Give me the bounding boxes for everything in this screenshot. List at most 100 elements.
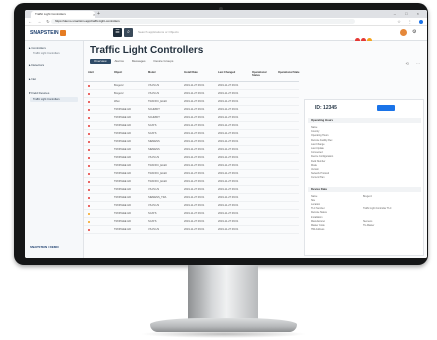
table-row[interactable]: TROPHEE HD SCATS 2019-11-27 09:01 2019-11-2…	[84, 210, 299, 218]
sidebar-item-net[interactable]: ▸ Net	[29, 77, 36, 81]
table-body: Bregenz VS-PLUS 2019-11-27 09:01 2019-11-27…	[84, 82, 299, 234]
table-cell-model: VS-PLUS	[148, 84, 160, 87]
table-row[interactable]: TROPHEE HD SIEMENS_TRA 2019-11-27 09:01 201…	[84, 194, 299, 202]
menu-icon[interactable]: ☰	[113, 28, 122, 37]
tab-overview[interactable]: Overview	[90, 59, 111, 64]
table-cell-changed: 2019-11-27 09:01	[218, 116, 239, 119]
browser-tab[interactable]: Traffic Light Controllers ×	[31, 11, 95, 18]
panel-field-label: Last Change	[311, 142, 325, 146]
table-row[interactable]: TROPHEE HD VS-PLUS 2019-11-27 09:01 2019-11…	[84, 202, 299, 210]
new-tab-icon[interactable]: +	[97, 10, 100, 18]
panel-field-label: Last Update	[311, 147, 324, 150]
table-row[interactable]: TROPHEE HD SCATS 2019-11-27 09:01 2019-11-2…	[84, 218, 299, 226]
sidebar-subitem-active[interactable]: Traffic Light Controllers	[33, 98, 60, 101]
panel-field-label: Manufacturer	[311, 219, 326, 223]
sidebar-item-field-devices[interactable]: ▾ Field Devices	[29, 91, 49, 95]
table-cell-object: TROPHEE HD	[114, 132, 132, 135]
status-indicators[interactable]	[355, 30, 377, 43]
table-row[interactable]: TROPHEE HD VS-PLUS 2019-11-27 09:01 2019-11…	[84, 226, 299, 234]
window-controls[interactable]: ‒ □ ×	[394, 10, 423, 18]
navigation-icons[interactable]: ← → ↻	[28, 18, 52, 25]
close-icon[interactable]: ×	[93, 11, 95, 18]
alert-status-dot	[88, 156, 90, 159]
profile-icon[interactable]	[419, 19, 423, 24]
table-cell-changed: 2019-11-27 09:01	[218, 204, 239, 207]
tab-messages[interactable]: Messages	[128, 59, 150, 64]
search-icon[interactable]: ⌕	[124, 28, 133, 37]
table-row[interactable]: TROPHEE HD SCHMIDT 2019-11-27 09:01 2019-11…	[84, 114, 299, 122]
table-row[interactable]: TROPHEE HD SIEMENS 2019-11-27 09:01 2019-11…	[84, 146, 299, 154]
table-cell-changed: 2019-11-27 09:01	[218, 108, 239, 111]
column-header[interactable]: Alert	[88, 71, 94, 74]
panel-field-label: Current Plan	[311, 176, 325, 180]
table-cell-object: TROPHEE HD	[114, 188, 132, 191]
tab-alarms[interactable]: Alarms	[111, 59, 128, 64]
tab-device-groups[interactable]: Device Groups	[150, 59, 178, 64]
panel-action-button[interactable]	[377, 105, 395, 111]
column-header[interactable]: Operational Status	[252, 71, 274, 77]
table-row[interactable]: TROPHEE HD SIEMENS 2019-11-27 09:01 2019-11…	[84, 138, 299, 146]
table-cell-model: VS-PLUS	[148, 188, 160, 191]
sidebar-subitem[interactable]: Traffic Light Controllers	[33, 52, 60, 55]
table-cell-model: VS-PLUS	[148, 228, 160, 231]
table-row[interactable]: TROPHEE HD TRAFFIC_ELEC 2019-11-27 09:01 20…	[84, 178, 299, 186]
table-row[interactable]: TROPHEE HD SCATS 2019-11-27 09:01 2019-11-2…	[84, 130, 299, 138]
table-row[interactable]: Bregenz VS-PLUS 2019-11-27 09:01 2019-11-27…	[84, 82, 299, 90]
column-header[interactable]: Last Changed	[218, 71, 235, 74]
table-row[interactable]: TROPHEE HD VS-PLUS 2019-11-27 09:01 2019-11…	[84, 154, 299, 162]
table-cell-object: TROPHEE HD	[114, 196, 132, 199]
settings-icon[interactable]: ⚙	[412, 29, 416, 36]
panel-field-label: Device Configuration	[311, 155, 334, 159]
panel-field-label: Connected	[311, 151, 323, 155]
column-header[interactable]: Install Date	[184, 71, 198, 74]
user-avatar[interactable]	[400, 29, 407, 36]
alert-status-dot	[88, 228, 90, 231]
sidebar-item-controllers[interactable]: ▸ Controllers	[29, 46, 46, 50]
search-input[interactable]: Search applications or Objects	[138, 29, 288, 36]
browser-tab-title: Traffic Light Controllers	[35, 12, 66, 16]
panel-field-label: Operating Hours	[311, 134, 329, 138]
table-row[interactable]: TROPHEE HD TRAFFIC_ELEC 2019-11-27 09:01 20…	[84, 162, 299, 170]
table-cell-date: 2019-11-27 09:01	[184, 100, 205, 103]
alert-status-dot	[88, 212, 90, 215]
table-cell-object: Wien	[114, 100, 120, 103]
panel-field-label: Field Number	[311, 159, 326, 163]
table-cell-object: TROPHEE HD	[114, 180, 132, 183]
toolbar-icons[interactable]: ⟲ ⋯	[406, 61, 423, 66]
alert-status-dot	[88, 204, 90, 207]
table-cell-changed: 2019-11-27 09:01	[218, 196, 239, 199]
url-field[interactable]: https://demo.smartsim.app/traffic-light-…	[51, 19, 355, 24]
panel-section-header[interactable]: Device Data	[308, 186, 421, 192]
alert-status-dot	[88, 164, 90, 167]
table-row[interactable]: TROPHEE HD SCATS 2019-11-27 09:01 2019-11-2…	[84, 122, 299, 130]
table-cell-changed: 2019-11-27 09:01	[218, 212, 239, 215]
table-row[interactable]: TROPHEE HD TRAFFIC_ELEC 2019-11-27 09:01 20…	[84, 170, 299, 178]
table-cell-changed: 2019-11-27 09:01	[218, 100, 239, 103]
panel-field-label: Mode	[311, 163, 317, 167]
table-cell-date: 2019-11-27 09:01	[184, 140, 205, 143]
panel-section-header[interactable]: Operating Hours	[308, 118, 421, 123]
alert-status-dot	[88, 140, 90, 143]
table-row[interactable]: TROPHEE HD VS-PLUS 2019-11-27 09:01 2019-11…	[84, 186, 299, 194]
sidebar: ▸ Controllers Traffic Light Controllers …	[25, 41, 84, 258]
controllers-table: Alert Object Model Install Date Last Cha…	[84, 69, 299, 234]
table-cell-date: 2019-11-27 09:01	[184, 188, 205, 191]
app-logo[interactable]: SNAPSTEIN	[30, 29, 66, 37]
table-cell-object: TROPHEE HD	[114, 228, 132, 231]
subtab-bar: Overview Alarms Messages Device Groups	[90, 59, 177, 65]
table-cell-model: SCHMIDT	[148, 116, 160, 119]
monitor-screen: Traffic Light Controllers × + ‒ □ × ← → …	[25, 10, 427, 258]
column-header[interactable]: Operational State	[278, 71, 300, 74]
panel-field-label: Remote Facility Rec	[311, 138, 333, 142]
column-header[interactable]: Model	[148, 71, 156, 74]
table-cell-date: 2019-11-27 09:01	[184, 116, 205, 119]
sidebar-item-detectors[interactable]: ▸ Detectors	[29, 63, 44, 67]
table-cell-model: SCATS	[148, 132, 157, 135]
extension-icons[interactable]: ☆ ⋮	[397, 18, 423, 25]
table-row[interactable]: Wien TRAFFIC_ELEC 2019-11-27 09:01 2019-11-…	[84, 98, 299, 106]
table-row[interactable]: TROPHEE HD SCHMIDT 2019-11-27 09:01 2019-11…	[84, 106, 299, 114]
main-content: Traffic Light Controllers Overview Alarms…	[84, 41, 427, 258]
table-row[interactable]: Bregenz VS-PLUS 2019-11-27 09:01 2019-11-27…	[84, 90, 299, 98]
panel-field-label: Name	[311, 126, 318, 129]
column-header[interactable]: Object	[114, 71, 122, 74]
